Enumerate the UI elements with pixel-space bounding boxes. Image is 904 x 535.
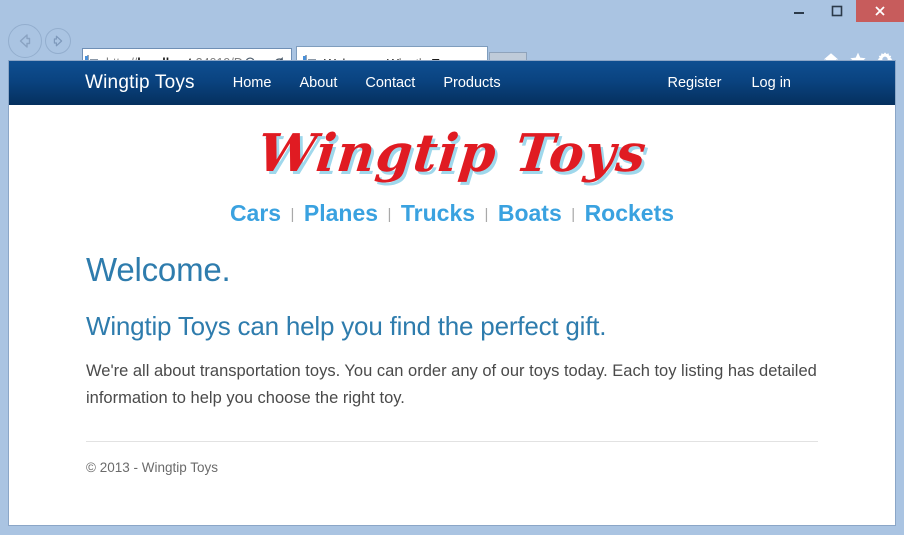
minimize-icon[interactable] [780, 0, 818, 22]
auth-menu: Register Log in [667, 75, 895, 91]
site-logo: Wingtip Toys [254, 123, 650, 184]
nav-item-home[interactable]: Home [233, 75, 272, 91]
category-link-boats[interactable]: Boats [498, 200, 562, 226]
category-separator: | [290, 206, 295, 223]
category-separator: | [484, 206, 489, 223]
category-link-trucks[interactable]: Trucks [401, 200, 475, 226]
page-subtitle: Wingtip Toys can help you find the perfe… [86, 311, 607, 341]
window-controls [780, 0, 904, 22]
category-separator: | [387, 206, 392, 223]
maximize-icon[interactable] [818, 0, 856, 22]
close-icon[interactable] [856, 0, 904, 22]
nav-item-about[interactable]: About [299, 75, 337, 91]
intro-paragraph: We're all about transportation toys. You… [86, 362, 817, 407]
footer-divider [86, 441, 818, 443]
browser-toolbar: http://localhost:24019/D [0, 22, 904, 80]
register-link[interactable]: Register [667, 75, 721, 91]
nav-item-products[interactable]: Products [443, 75, 500, 91]
footer-copyright: © 2013 - Wingtip Toys [86, 460, 219, 476]
login-link[interactable]: Log in [751, 75, 791, 91]
logo-area: Wingtip Toys [9, 105, 895, 186]
category-link-bar: Cars | Planes | Trucks | Boats | Rockets [9, 186, 895, 227]
main-menu: Home About Contact Products [233, 75, 501, 91]
nav-item-contact[interactable]: Contact [365, 75, 415, 91]
back-arrow-icon[interactable] [8, 24, 42, 58]
page-title: Welcome. [86, 251, 231, 288]
category-link-planes[interactable]: Planes [304, 200, 378, 226]
page-viewport: Wingtip Toys Home About Contact Products… [8, 60, 896, 526]
forward-arrow-icon[interactable] [45, 28, 71, 54]
site-navbar: Wingtip Toys Home About Contact Products… [9, 61, 895, 105]
category-separator: | [571, 206, 576, 223]
category-link-cars[interactable]: Cars [230, 200, 281, 226]
browser-window: http://localhost:24019/D [0, 0, 904, 535]
category-link-rockets[interactable]: Rockets [585, 200, 674, 226]
site-brand-link[interactable]: Wingtip Toys [85, 72, 195, 94]
title-bar [0, 0, 904, 22]
main-content: Welcome. Wingtip Toys can help you find … [9, 251, 895, 475]
